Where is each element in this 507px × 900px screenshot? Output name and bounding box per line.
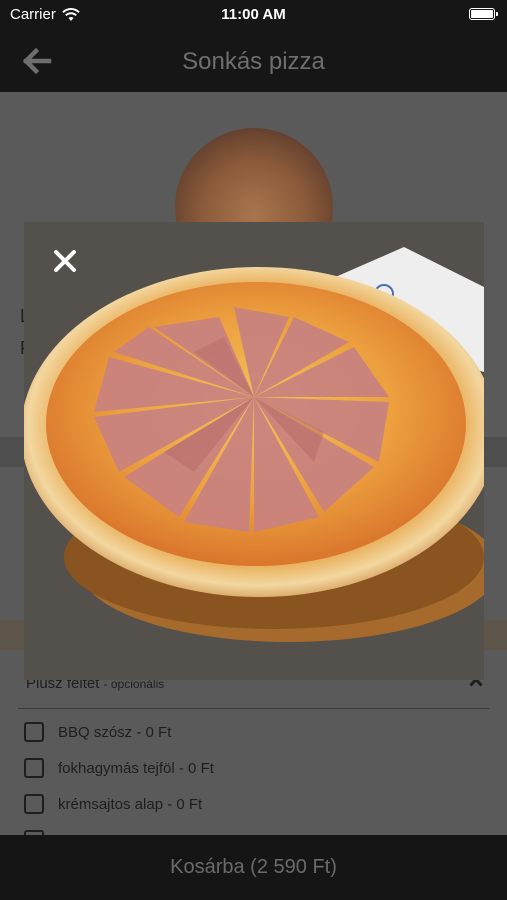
nav-bar: Sonkás pizza bbox=[0, 30, 507, 92]
divider bbox=[18, 708, 489, 709]
topping-option[interactable]: krémsajtos alap - 0 Ft bbox=[24, 794, 202, 814]
status-bar: Carrier 11:00 AM bbox=[0, 0, 507, 30]
add-to-cart-button[interactable]: Kosárba (2 590 Ft) bbox=[0, 835, 507, 900]
topping-label: fokhagymás tejföl - 0 Ft bbox=[58, 759, 214, 777]
status-time: 11:00 AM bbox=[221, 6, 286, 23]
pizza-photo bbox=[24, 222, 484, 680]
topping-option[interactable]: fokhagymás tejföl - 0 Ft bbox=[24, 758, 214, 778]
topping-option[interactable]: BBQ szósz - 0 Ft bbox=[24, 722, 171, 742]
page-title: Sonkás pizza bbox=[182, 48, 325, 75]
topping-label: krémsajtos alap - 0 Ft bbox=[58, 795, 203, 813]
image-modal bbox=[24, 222, 484, 680]
close-icon[interactable] bbox=[52, 248, 78, 274]
add-to-cart-label: Kosárba (2 590 Ft) bbox=[170, 856, 337, 878]
checkbox[interactable] bbox=[24, 794, 44, 814]
topping-label: BBQ szósz - 0 Ft bbox=[58, 723, 172, 741]
battery-icon bbox=[469, 8, 498, 20]
checkbox[interactable] bbox=[24, 758, 44, 778]
checkbox[interactable] bbox=[24, 722, 44, 742]
